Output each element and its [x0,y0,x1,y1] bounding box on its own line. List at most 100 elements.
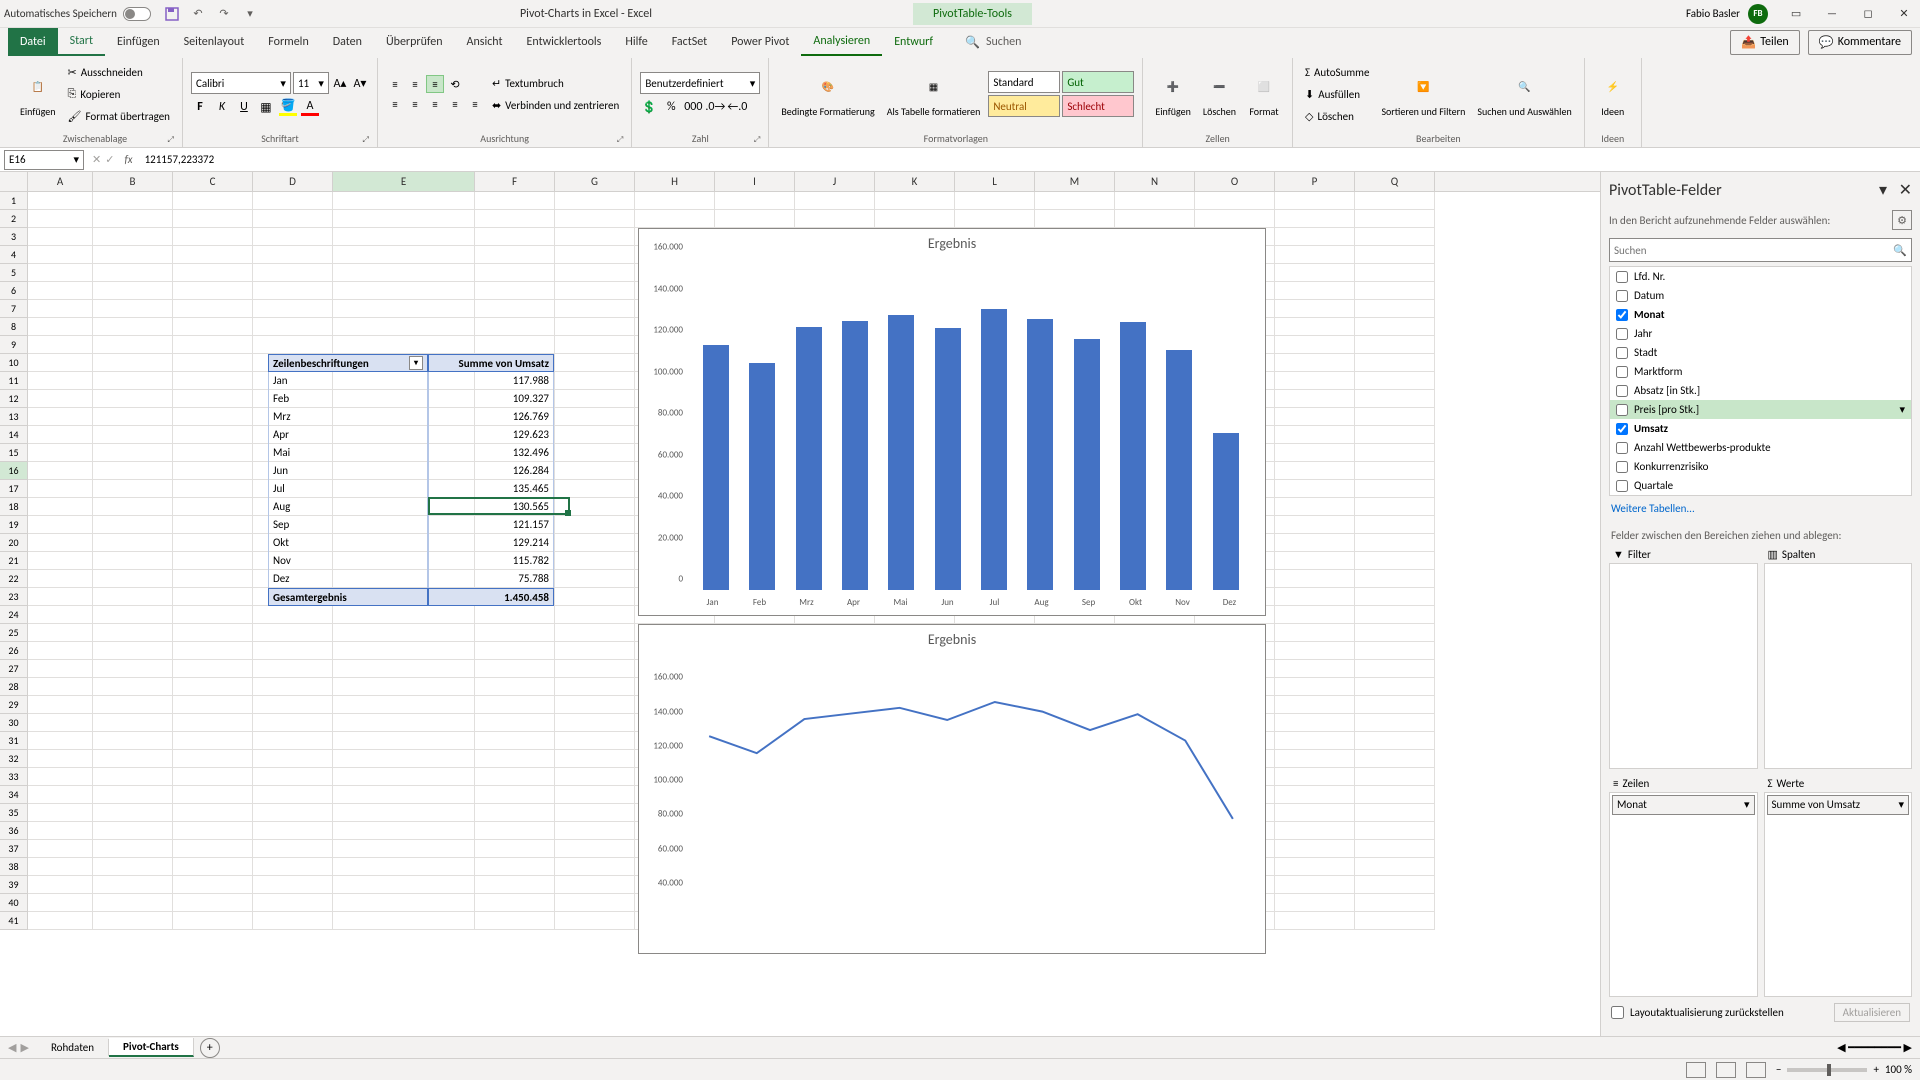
cell-Q16[interactable] [1355,462,1435,480]
format-cells-button[interactable]: ⬜Format [1244,69,1284,120]
close-pane-icon[interactable]: ✕ [1899,181,1912,200]
style-standard[interactable]: Standard [988,71,1060,93]
cell-C8[interactable] [173,318,253,336]
cell-P12[interactable] [1275,390,1355,408]
cell-A21[interactable] [28,552,93,570]
cell-Q37[interactable] [1355,840,1435,858]
col-header-I[interactable]: I [715,172,795,191]
paste-button[interactable]: 📋 Einfügen [16,69,60,120]
cell-G22[interactable] [555,570,635,588]
cell-F7[interactable] [475,300,555,318]
cell-E38[interactable] [333,858,475,876]
row-header-24[interactable]: 24 [0,606,28,624]
cell-G16[interactable] [555,462,635,480]
cell-P39[interactable] [1275,876,1355,894]
cell-Q35[interactable] [1355,804,1435,822]
cell-F30[interactable] [475,714,555,732]
pivot-row-label[interactable]: Dez [268,570,428,588]
tab-developer[interactable]: Entwicklertools [515,28,614,56]
cell-P35[interactable] [1275,804,1355,822]
cell-C5[interactable] [173,264,253,282]
cell-P14[interactable] [1275,426,1355,444]
cell-D30[interactable] [253,714,333,732]
cell-Q21[interactable] [1355,552,1435,570]
cell-E25[interactable] [333,624,475,642]
cell-D35[interactable] [253,804,333,822]
cell-G41[interactable] [555,912,635,930]
cell-D8[interactable] [253,318,333,336]
cell-F33[interactable] [475,768,555,786]
cell-G4[interactable] [555,246,635,264]
formula-input[interactable]: 121157,223372 [139,153,1920,166]
cell-L1[interactable] [955,192,1035,210]
name-box[interactable]: E16▾ [4,150,84,170]
cell-D6[interactable] [253,282,333,300]
indent-dec-icon[interactable]: ≡ [446,95,464,113]
cell-O1[interactable] [1195,192,1275,210]
cell-D38[interactable] [253,858,333,876]
col-header-P[interactable]: P [1275,172,1355,191]
sheet-tab-pivot-charts[interactable]: Pivot-Charts [109,1038,194,1057]
cell-E34[interactable] [333,786,475,804]
cell-A26[interactable] [28,642,93,660]
pivot-row-label[interactable]: Aug [268,498,428,516]
cell-E36[interactable] [333,822,475,840]
cell-A12[interactable] [28,390,93,408]
bar[interactable] [888,315,914,590]
pivot-row-value[interactable]: 129.214 [428,534,554,552]
cell-E31[interactable] [333,732,475,750]
italic-button[interactable]: K [213,98,231,116]
cell-C38[interactable] [173,858,253,876]
row-field-chip[interactable]: Monat▾ [1612,795,1755,815]
cell-P22[interactable] [1275,570,1355,588]
cell-B15[interactable] [93,444,173,462]
cell-E40[interactable] [333,894,475,912]
font-color-button[interactable]: A [301,98,319,116]
row-header-33[interactable]: 33 [0,768,28,786]
cell-B36[interactable] [93,822,173,840]
cell-P32[interactable] [1275,750,1355,768]
cell-C11[interactable] [173,372,253,390]
cell-F32[interactable] [475,750,555,768]
cell-D40[interactable] [253,894,333,912]
cell-E7[interactable] [333,300,475,318]
col-header-A[interactable]: A [28,172,93,191]
row-header-6[interactable]: 6 [0,282,28,300]
cell-B13[interactable] [93,408,173,426]
cell-Q12[interactable] [1355,390,1435,408]
bar[interactable] [981,309,1007,590]
cell-Q4[interactable] [1355,246,1435,264]
pivot-row-label[interactable]: Jan [268,372,428,390]
pivot-row-label[interactable]: Mai [268,444,428,462]
cell-B18[interactable] [93,498,173,516]
cell-B30[interactable] [93,714,173,732]
cell-Q10[interactable] [1355,354,1435,372]
cell-Q30[interactable] [1355,714,1435,732]
cell-Q39[interactable] [1355,876,1435,894]
cell-N1[interactable] [1115,192,1195,210]
tab-view[interactable]: Ansicht [455,28,515,56]
cell-D28[interactable] [253,678,333,696]
cell-C34[interactable] [173,786,253,804]
row-header-5[interactable]: 5 [0,264,28,282]
col-header-H[interactable]: H [635,172,715,191]
cell-G6[interactable] [555,282,635,300]
cell-G3[interactable] [555,228,635,246]
clear-button[interactable]: ◇Löschen [1301,106,1373,126]
cell-A7[interactable] [28,300,93,318]
cell-D9[interactable] [253,336,333,354]
font-name-select[interactable]: Calibri▾ [191,72,291,94]
underline-button[interactable]: U [235,98,253,116]
cell-A13[interactable] [28,408,93,426]
cell-P11[interactable] [1275,372,1355,390]
confirm-icon[interactable]: ✓ [105,153,114,166]
field-checkbox[interactable] [1616,480,1628,492]
tab-layout[interactable]: Seitenlayout [172,28,257,56]
col-header-C[interactable]: C [173,172,253,191]
cell-C29[interactable] [173,696,253,714]
cell-E30[interactable] [333,714,475,732]
page-layout-icon[interactable] [1716,1062,1736,1078]
cell-C9[interactable] [173,336,253,354]
cell-B38[interactable] [93,858,173,876]
cell-C26[interactable] [173,642,253,660]
